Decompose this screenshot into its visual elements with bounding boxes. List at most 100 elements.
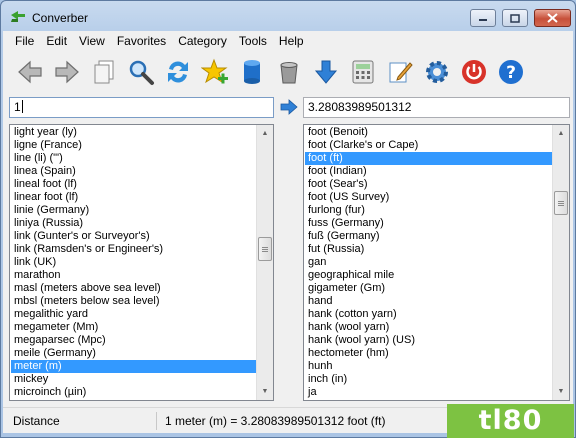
app-logo-icon [11,11,25,22]
list-item[interactable]: meter (m) [11,360,256,373]
power-button[interactable] [459,57,489,87]
edit-button[interactable] [385,57,415,87]
list-item[interactable]: linear foot (lf) [11,191,256,204]
menu-edit[interactable]: Edit [40,34,73,48]
list-item[interactable]: marathon [11,269,256,282]
list-item[interactable]: masl (meters above sea level) [11,282,256,295]
minimize-icon [479,19,487,21]
toolbar: ? [3,51,573,93]
list-item[interactable]: megameter (Mm) [11,321,256,334]
close-button[interactable] [534,9,571,27]
back-button[interactable] [15,57,45,87]
list-item[interactable]: linea (Spain) [11,165,256,178]
settings-button[interactable] [422,57,452,87]
from-unit-list[interactable]: light year (ly) ligne (France) line (li) (… [9,124,274,401]
back-icon [18,60,42,84]
list-item[interactable]: gigameter (Gm) [305,282,552,295]
from-unit-items: light year (ly) ligne (France) line (li) (… [11,126,256,399]
value-input-text: 1 [14,100,21,114]
title-bar[interactable]: Converber [1,1,575,31]
list-item[interactable]: hectometer (hm) [305,347,552,360]
list-item[interactable]: fuss (Germany) [305,217,552,230]
list-item[interactable]: megaparsec (Mpc) [11,334,256,347]
list-item[interactable]: meile (Germany) [11,347,256,360]
database-icon [244,60,260,84]
from-scroll-thumb[interactable] [258,237,272,261]
list-item[interactable]: light year (ly) [11,126,256,139]
help-button[interactable]: ? [496,57,526,87]
menu-favorites[interactable]: Favorites [111,34,172,48]
scroll-down-icon[interactable]: ▼ [257,383,273,400]
menu-view[interactable]: View [73,34,111,48]
menu-tools[interactable]: Tools [233,34,273,48]
menu-file[interactable]: File [9,34,40,48]
list-item[interactable]: fut (Russia) [305,243,552,256]
list-item[interactable]: line (li) ("') [11,152,256,165]
list-item[interactable]: linie (Germany) [11,204,256,217]
list-item[interactable]: mbsl (meters below sea level) [11,295,256,308]
to-scroll-thumb[interactable] [554,191,568,215]
search-icon [129,60,154,85]
list-item[interactable]: lineal foot (lf) [11,178,256,191]
list-item[interactable]: hand [305,295,552,308]
list-item[interactable]: megalithic yard [11,308,256,321]
list-item[interactable]: foot (Benoit) [305,126,552,139]
list-item[interactable]: hank (wool yarn) (US) [305,334,552,347]
scroll-up-icon[interactable]: ▲ [553,125,569,142]
list-item[interactable]: liniya (Russia) [11,217,256,230]
download-button[interactable] [311,57,341,87]
menu-help[interactable]: Help [273,34,310,48]
list-item[interactable]: link (UK) [11,256,256,269]
list-item[interactable]: link (Gunter's or Surveyor's) [11,230,256,243]
list-item[interactable]: ja [305,386,552,399]
svg-text:?: ? [506,63,516,83]
list-item[interactable]: foot (Sear's) [305,178,552,191]
list-item[interactable]: microinch (µin) [11,386,256,399]
search-button[interactable] [126,57,156,87]
minimize-button[interactable] [470,9,496,27]
list-item[interactable]: gan [305,256,552,269]
to-unit-list[interactable]: foot (Benoit) foot (Clarke's or Cape) foot… [303,124,570,401]
list-item[interactable]: hank (wool yarn) [305,321,552,334]
list-item[interactable]: hank (cotton yarn) [305,308,552,321]
list-item[interactable]: foot (Clarke's or Cape) [305,139,552,152]
status-category: Distance [9,412,157,430]
status-result: 1 meter (m) = 3.28083989501312 foot (ft) [165,414,386,428]
copy-button[interactable] [89,57,119,87]
list-item[interactable]: inch (in) [305,373,552,386]
menu-category[interactable]: Category [172,34,233,48]
text-caret [21,100,23,113]
trash-icon [280,62,298,84]
calculator-icon [352,60,374,84]
swap-icon [168,61,188,83]
add-favorite-button[interactable] [200,57,230,87]
maximize-button[interactable] [502,9,528,27]
list-item[interactable]: fuß (Germany) [305,230,552,243]
list-item[interactable]: foot (ft) [305,152,552,165]
value-input[interactable]: 1 [9,97,274,118]
to-list-scrollbar[interactable]: ▲ ▼ [552,125,569,400]
scroll-down-icon[interactable]: ▼ [553,383,569,400]
list-item[interactable]: foot (Indian) [305,165,552,178]
from-list-scrollbar[interactable]: ▲ ▼ [256,125,273,400]
list-item[interactable]: link (Ramsden's or Engineer's) [11,243,256,256]
list-item[interactable]: geographical mile [305,269,552,282]
database-button[interactable] [237,57,267,87]
list-item[interactable]: furlong (fur) [305,204,552,217]
list-item[interactable]: mickey [11,373,256,386]
app-window: Converber File Edit View Favorites Categ… [0,0,576,438]
list-item[interactable]: ligne (France) [11,139,256,152]
edit-icon [389,62,413,83]
calculator-button[interactable] [348,57,378,87]
scroll-up-icon[interactable]: ▲ [257,125,273,142]
list-item[interactable]: hunh [305,360,552,373]
close-icon [547,13,558,23]
window-title: Converber [32,11,89,25]
result-output[interactable]: 3.28083989501312 [303,97,570,118]
copy-icon [94,60,114,84]
download-icon [314,60,338,84]
list-item[interactable]: foot (US Survey) [305,191,552,204]
forward-button[interactable] [52,57,82,87]
trash-button[interactable] [274,57,304,87]
swap-button[interactable] [163,57,193,87]
